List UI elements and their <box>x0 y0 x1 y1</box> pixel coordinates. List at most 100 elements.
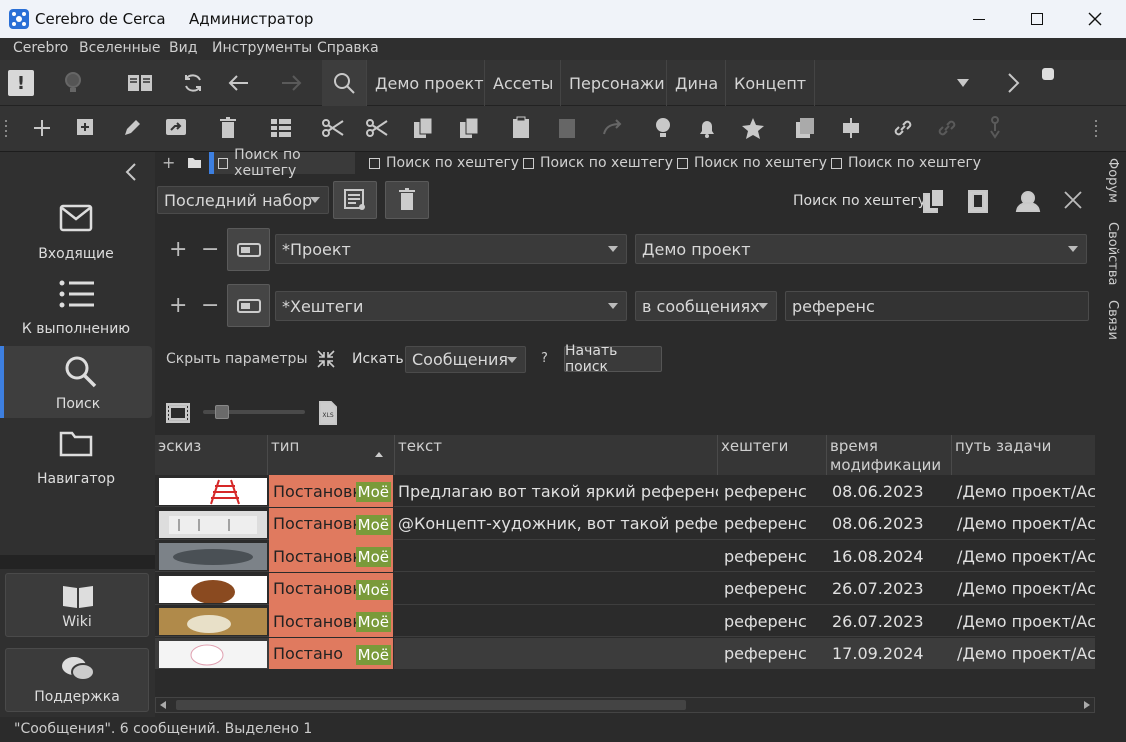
doc-tab[interactable]: Поиск по хештегу <box>827 152 981 174</box>
folder-tab-icon[interactable] <box>186 156 202 170</box>
add-filter-icon[interactable]: + <box>169 295 187 317</box>
help-icon[interactable]: ? <box>541 351 548 366</box>
excel-export-icon[interactable]: XLS <box>317 400 339 426</box>
save-preset-button[interactable] <box>333 181 377 219</box>
add-subtask-icon[interactable] <box>72 114 100 142</box>
nav-tab-dina[interactable]: Дина <box>666 60 726 106</box>
horizontal-scrollbar[interactable] <box>155 697 1095 713</box>
column-header-hashtags[interactable]: хештеги <box>718 435 827 475</box>
wiki-button[interactable]: Wiki <box>5 573 149 637</box>
search-in-select[interactable]: Сообщения <box>405 346 526 373</box>
doc-tab[interactable]: Поиск по хештегу <box>365 152 519 174</box>
close-panel-icon[interactable] <box>1061 188 1085 212</box>
doc-tab[interactable]: Поиск по хештегу <box>673 152 827 174</box>
link-icon[interactable] <box>888 114 918 142</box>
nav-tab-characters[interactable]: Персонажи <box>560 60 673 106</box>
filter2-field-select[interactable]: *Хештеги <box>275 291 627 321</box>
sidebar-item-navigator[interactable]: Навигатор <box>0 421 152 493</box>
collapse-arrows-icon[interactable] <box>315 348 337 370</box>
menu-tools[interactable]: Инструменты <box>212 40 312 56</box>
split-icon[interactable] <box>836 114 866 142</box>
column-header-path[interactable]: путь задачи <box>952 435 1095 475</box>
star-icon[interactable] <box>738 114 768 142</box>
add-filter-icon[interactable]: + <box>169 239 187 261</box>
filter-toggle-button[interactable] <box>227 228 270 271</box>
copy-icon[interactable] <box>408 114 438 142</box>
preset-select[interactable]: Последний набор <box>157 186 329 214</box>
refresh-icon[interactable] <box>178 68 208 98</box>
table-row[interactable]: Постановк Моё референс 26.07.2023/Демо прое… <box>155 572 1095 605</box>
menu-cerebro[interactable]: Cerebro <box>13 40 68 56</box>
column-header-modified[interactable]: время модификации <box>827 435 952 475</box>
table-row[interactable]: Постановк Моё референс 26.07.2023/Демо прое… <box>155 605 1095 637</box>
column-header-text[interactable]: текст <box>395 435 718 475</box>
hashtag-input[interactable]: референс <box>785 291 1089 321</box>
tab-links[interactable]: Связи <box>1105 300 1120 340</box>
column-header-sketch[interactable]: эскиз <box>155 435 268 475</box>
filter-toggle-button[interactable] <box>227 284 270 327</box>
forward-arrow-icon[interactable] <box>276 68 306 98</box>
scroll-right-icon[interactable] <box>1084 701 1090 709</box>
nav-tab-assets[interactable]: Ассеты <box>484 60 561 106</box>
lightbulb-action-icon[interactable] <box>648 114 678 142</box>
start-search-button[interactable]: Начать поиск <box>564 343 662 375</box>
bell-icon[interactable] <box>692 114 722 142</box>
forward-message-icon[interactable] <box>162 114 190 142</box>
alert-icon[interactable]: ! <box>8 70 34 96</box>
scroll-left-icon[interactable] <box>160 701 166 709</box>
redirect-icon[interactable] <box>598 114 628 142</box>
remove-filter-icon[interactable]: − <box>201 295 219 317</box>
nav-tab-demo-project[interactable]: Демо проект <box>366 60 492 106</box>
edit-icon[interactable] <box>118 114 146 142</box>
users-icon[interactable] <box>1013 187 1043 215</box>
hide-params-link[interactable]: Скрыть параметры <box>166 351 308 367</box>
sidebar-item-inbox[interactable]: Входящие <box>0 196 152 268</box>
collapse-chevron-icon[interactable] <box>120 160 142 184</box>
dropdown-arrow-icon[interactable] <box>950 72 976 94</box>
filter1-field-select[interactable]: *Проект <box>275 234 627 264</box>
duplicate-icon[interactable] <box>790 114 820 142</box>
add-tab-icon[interactable]: + <box>162 152 175 174</box>
chevron-right-icon[interactable] <box>1000 70 1026 96</box>
filmstrip-icon[interactable] <box>165 402 191 424</box>
table-row[interactable]: Постано Моё референс 17.09.2024/Демо проект… <box>155 637 1095 669</box>
sidebar-item-todo[interactable]: К выполнению <box>0 271 152 343</box>
cut-icon[interactable] <box>318 114 348 142</box>
lightbulb-icon[interactable] <box>58 68 88 98</box>
paste-special-icon[interactable] <box>552 114 582 142</box>
unlink-icon[interactable] <box>932 114 962 142</box>
add-icon[interactable] <box>28 114 56 142</box>
paste-icon[interactable] <box>506 114 536 142</box>
close-window-button[interactable] <box>1066 0 1124 38</box>
menu-help[interactable]: Справка <box>317 40 379 56</box>
minimize-button[interactable] <box>950 0 1008 38</box>
filter1-value-select[interactable]: Демо проект <box>635 234 1087 264</box>
cut-link-icon[interactable] <box>362 114 392 142</box>
stack-icon[interactable] <box>266 114 296 142</box>
table-row[interactable]: Постановк Моё референс 16.08.2024/Демо прое… <box>155 540 1095 572</box>
search-icon[interactable] <box>322 60 366 106</box>
sidebar-item-search[interactable]: Поиск <box>0 346 152 418</box>
column-header-type[interactable]: тип <box>268 435 395 475</box>
delete-preset-button[interactable] <box>385 181 429 219</box>
trash-icon[interactable] <box>214 114 242 142</box>
paste-icon[interactable] <box>965 187 991 215</box>
scrollbar-thumb[interactable] <box>176 700 686 710</box>
maximize-button[interactable] <box>1008 0 1066 38</box>
menu-universes[interactable]: Вселенные <box>79 40 160 56</box>
doc-tab-active[interactable]: Поиск по хештегу <box>209 147 355 179</box>
dependency-icon[interactable] <box>980 114 1010 142</box>
table-row[interactable]: Постановк Моё @Концепт-художник, вот такой… <box>155 507 1095 540</box>
book-icon[interactable] <box>124 68 156 98</box>
filter2-scope-select[interactable]: в сообщениях <box>635 291 777 321</box>
copy-link-icon[interactable] <box>454 114 484 142</box>
table-row[interactable]: Постановк Моё Предлагаю вот такой яркий ре… <box>155 475 1095 507</box>
remove-filter-icon[interactable]: − <box>201 239 219 261</box>
menu-view[interactable]: Вид <box>169 40 197 56</box>
nav-tab-concept[interactable]: Концепт <box>725 60 816 106</box>
copy-icon[interactable] <box>921 187 947 215</box>
tab-forum[interactable]: Форум <box>1105 158 1120 203</box>
slider-handle[interactable] <box>215 405 229 419</box>
support-button[interactable]: Поддержка <box>5 648 149 712</box>
tab-properties[interactable]: Свойства <box>1105 222 1120 286</box>
